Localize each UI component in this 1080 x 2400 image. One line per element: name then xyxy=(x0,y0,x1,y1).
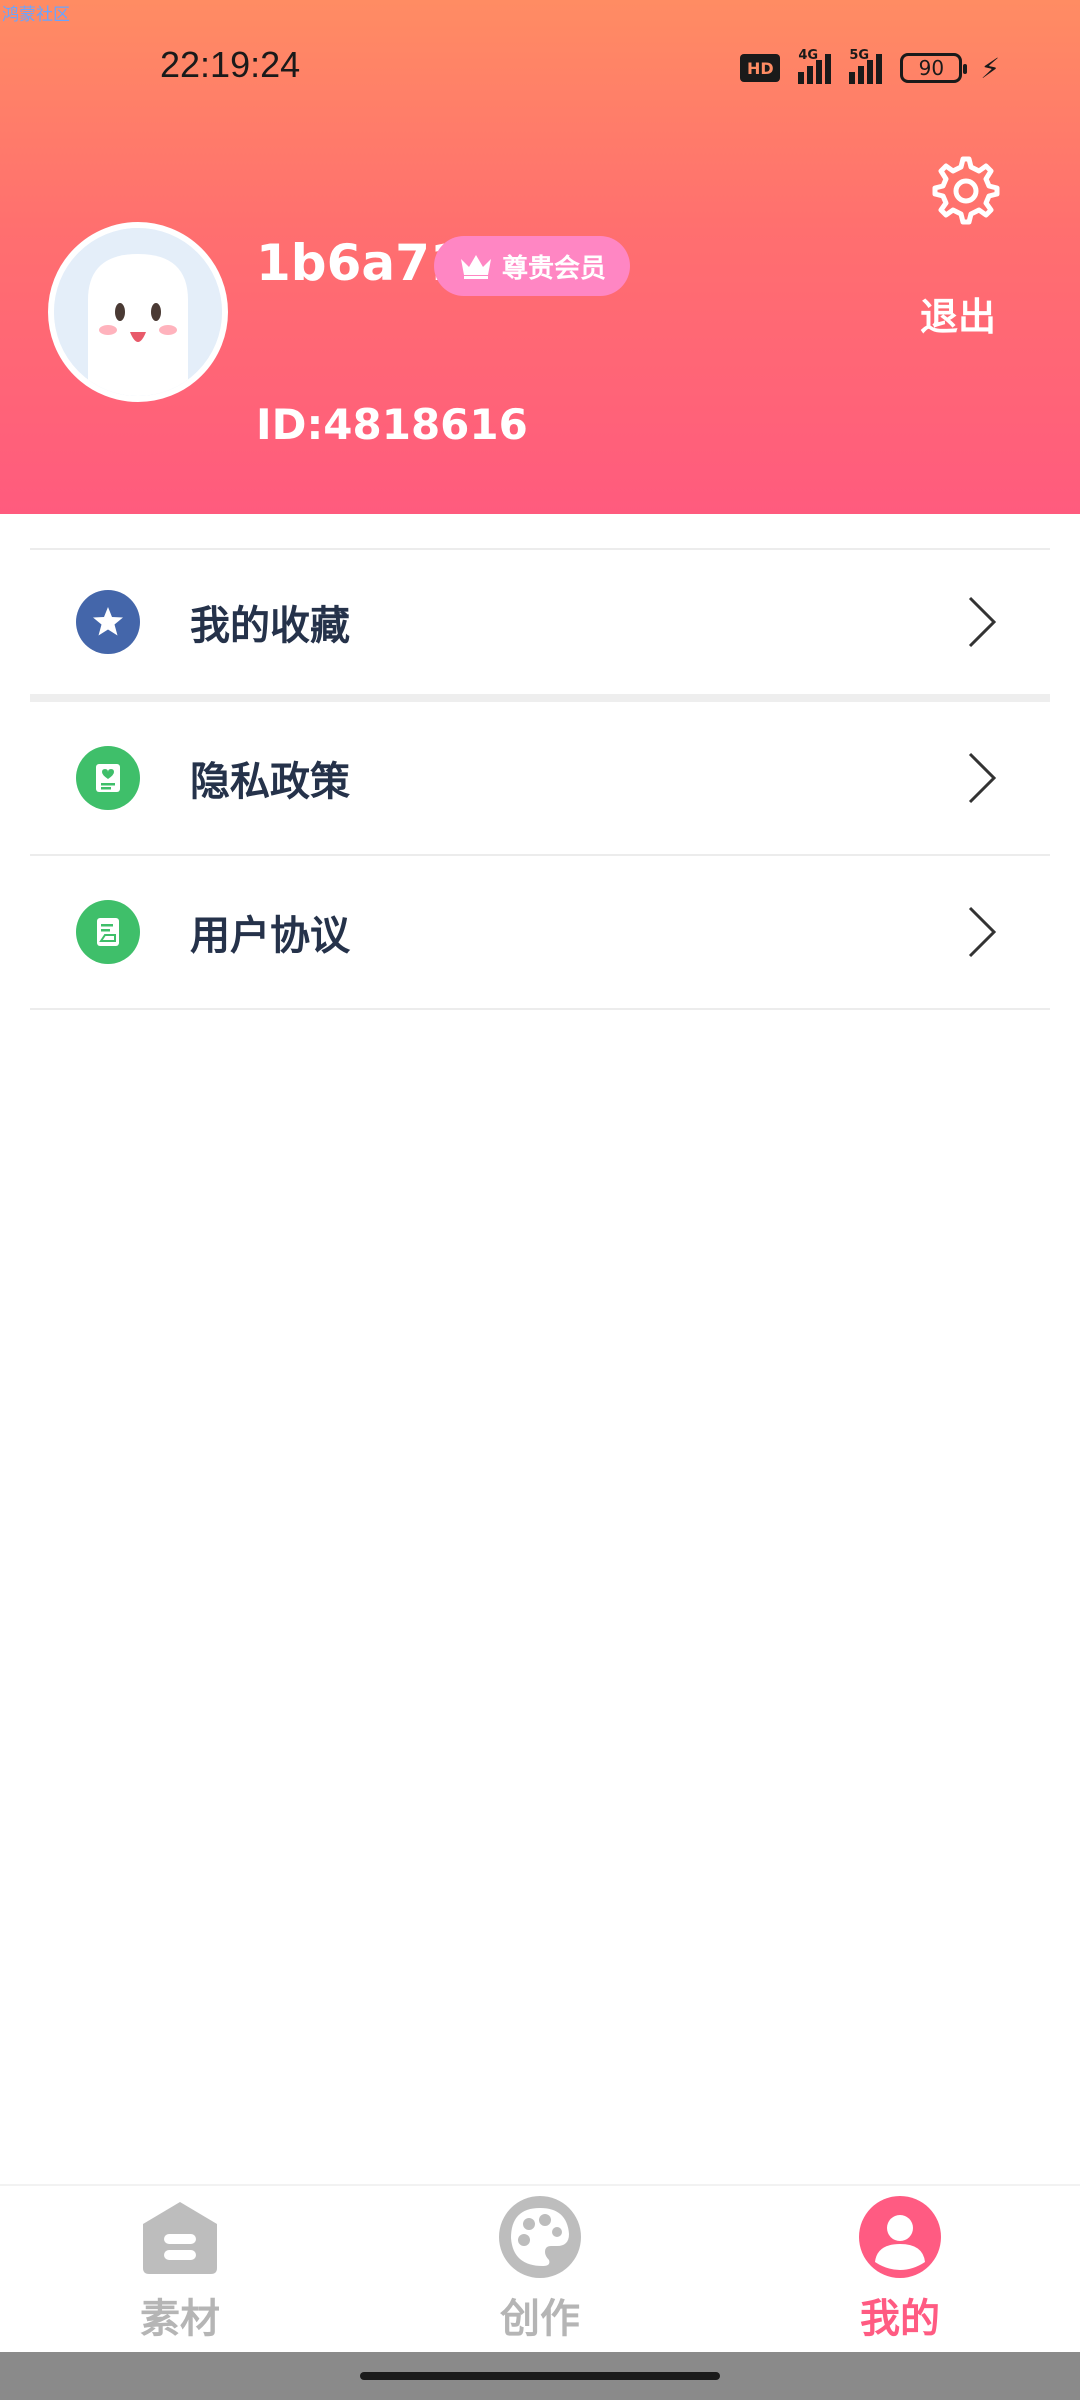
crown-icon xyxy=(460,255,491,279)
tab-label: 创作 xyxy=(500,2296,580,2342)
logout-button[interactable]: 退出 xyxy=(920,286,996,341)
avatar[interactable] xyxy=(48,222,228,402)
menu-list: 我的收藏 隐私政策 用户协议 xyxy=(30,548,1050,1010)
signal-5g-icon: 5G xyxy=(849,48,883,84)
tab-material[interactable]: 素材 xyxy=(80,2194,280,2354)
settings-button[interactable] xyxy=(930,155,1002,227)
menu-item-label: 用户协议 xyxy=(190,913,350,959)
tab-label: 我的 xyxy=(860,2296,940,2342)
chevron-right-icon xyxy=(968,596,997,648)
material-icon xyxy=(143,2202,217,2274)
palette-icon xyxy=(499,2196,581,2278)
agreement-doc-icon xyxy=(76,900,140,964)
vip-label: 尊贵会员 xyxy=(501,253,606,284)
watermark-text: 鸿蒙社区 xyxy=(2,5,70,25)
user-id: ID:4818616 xyxy=(256,400,528,449)
home-indicator[interactable] xyxy=(360,2372,720,2380)
battery-icon: 90 xyxy=(900,53,968,83)
menu-item-agreement[interactable]: 用户协议 xyxy=(30,856,1050,1010)
menu-item-privacy[interactable]: 隐私政策 xyxy=(30,702,1050,856)
vip-badge: 尊贵会员 xyxy=(434,236,630,296)
signal-4g-icon: 4G xyxy=(798,48,832,84)
star-icon xyxy=(76,590,140,654)
hd-icon: HD xyxy=(740,54,781,82)
profile-icon xyxy=(859,2196,941,2278)
network-4g-label: 4G xyxy=(798,48,819,63)
menu-item-favorites[interactable]: 我的收藏 xyxy=(30,548,1050,702)
privacy-doc-icon xyxy=(76,746,140,810)
status-icons: HD 4G 5G 90 ⚡ xyxy=(740,48,1000,86)
chevron-right-icon xyxy=(968,906,997,958)
gesture-bar xyxy=(0,2352,1080,2400)
tab-label: 素材 xyxy=(140,2296,220,2342)
menu-item-label: 隐私政策 xyxy=(190,759,350,805)
tab-create[interactable]: 创作 xyxy=(440,2194,640,2354)
profile-page: 鸿蒙社区 22:19:24 HD 4G 5G 90 ⚡ 1b6a71 尊贵会员 … xyxy=(0,0,1080,2400)
profile-header: 鸿蒙社区 22:19:24 HD 4G 5G 90 ⚡ 1b6a71 尊贵会员 … xyxy=(0,0,1080,514)
status-time: 22:19:24 xyxy=(160,44,301,85)
ghost-avatar-icon xyxy=(54,228,222,396)
charging-icon: ⚡ xyxy=(980,51,1000,85)
bottom-nav: 素材 创作 我的 xyxy=(0,2184,1080,2352)
chevron-right-icon xyxy=(968,752,997,804)
tab-mine[interactable]: 我的 xyxy=(800,2194,1000,2354)
gear-icon xyxy=(932,156,1000,225)
battery-level: 90 xyxy=(918,56,945,80)
network-5g-label: 5G xyxy=(849,48,870,63)
menu-item-label: 我的收藏 xyxy=(190,603,350,649)
